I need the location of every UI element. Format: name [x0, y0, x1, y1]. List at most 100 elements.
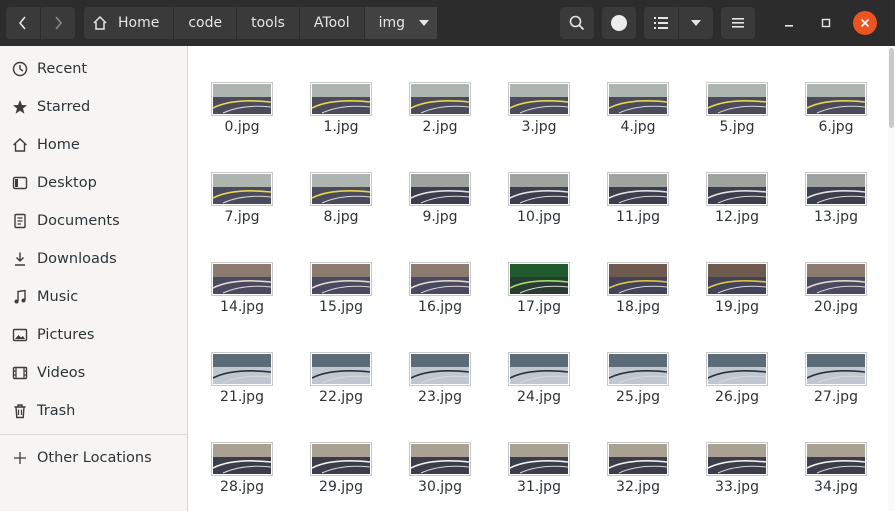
- sidebar-item-starred[interactable]: Starred: [0, 88, 187, 126]
- file-item[interactable]: 19.jpg: [692, 262, 782, 332]
- breadcrumb-label: ATool: [313, 15, 350, 31]
- file-name: 0.jpg: [224, 119, 260, 135]
- file-item[interactable]: 10.jpg: [494, 172, 584, 242]
- file-item[interactable]: 22.jpg: [296, 352, 386, 422]
- star-icon: [11, 98, 29, 116]
- breadcrumb-home[interactable]: Home: [84, 7, 174, 39]
- image-thumbnail: [211, 442, 273, 476]
- sidebar-item-recent[interactable]: Recent: [0, 50, 187, 88]
- breadcrumb-tools[interactable]: tools: [237, 7, 299, 39]
- file-item[interactable]: 0.jpg: [197, 82, 287, 152]
- image-thumbnail: [706, 442, 768, 476]
- file-item[interactable]: 25.jpg: [593, 352, 683, 422]
- sidebar-item-trash[interactable]: Trash: [0, 392, 187, 430]
- file-item[interactable]: 14.jpg: [197, 262, 287, 332]
- view-options-button[interactable]: [679, 7, 713, 39]
- minimize-icon: [785, 25, 793, 27]
- image-thumbnail: [409, 172, 471, 206]
- file-item[interactable]: 12.jpg: [692, 172, 782, 242]
- file-item[interactable]: 11.jpg: [593, 172, 683, 242]
- video-icon: [11, 364, 29, 382]
- sidebar-item-label: Home: [37, 137, 80, 153]
- file-item[interactable]: 3.jpg: [494, 82, 584, 152]
- file-item[interactable]: 16.jpg: [395, 262, 485, 332]
- file-item[interactable]: 31.jpg: [494, 442, 584, 512]
- back-button[interactable]: [6, 7, 40, 39]
- menu-button[interactable]: [721, 7, 755, 39]
- file-item[interactable]: 26.jpg: [692, 352, 782, 422]
- sidebar-item-music[interactable]: Music: [0, 278, 187, 316]
- image-thumbnail: [310, 82, 372, 116]
- file-item[interactable]: 30.jpg: [395, 442, 485, 512]
- file-item[interactable]: 7.jpg: [197, 172, 287, 242]
- file-item[interactable]: 15.jpg: [296, 262, 386, 332]
- image-thumbnail: [508, 442, 570, 476]
- file-item[interactable]: 32.jpg: [593, 442, 683, 512]
- image-thumbnail: [607, 172, 669, 206]
- vertical-scrollbar[interactable]: [888, 46, 895, 511]
- sidebar-item-desktop[interactable]: Desktop: [0, 164, 187, 202]
- file-name: 4.jpg: [620, 119, 656, 135]
- document-icon: [11, 212, 29, 230]
- file-name: 6.jpg: [818, 119, 854, 135]
- file-item[interactable]: 28.jpg: [197, 442, 287, 512]
- breadcrumb-atool[interactable]: ATool: [299, 7, 364, 39]
- sidebar-item-label: Documents: [37, 213, 120, 229]
- file-name: 21.jpg: [220, 389, 264, 405]
- file-item[interactable]: 4.jpg: [593, 82, 683, 152]
- file-item[interactable]: 33.jpg: [692, 442, 782, 512]
- image-thumbnail: [508, 352, 570, 386]
- image-thumbnail: [508, 172, 570, 206]
- file-item[interactable]: 21.jpg: [197, 352, 287, 422]
- file-item[interactable]: 2.jpg: [395, 82, 485, 152]
- minimize-button[interactable]: [777, 11, 801, 35]
- file-item[interactable]: 29.jpg: [296, 442, 386, 512]
- image-thumbnail: [805, 352, 867, 386]
- breadcrumb: Home code tools ATool img: [84, 7, 438, 39]
- home-icon: [11, 136, 29, 154]
- sidebar-item-pictures[interactable]: Pictures: [0, 316, 187, 354]
- image-thumbnail: [805, 262, 867, 296]
- sidebar-item-label: Starred: [37, 99, 91, 115]
- file-item[interactable]: 1.jpg: [296, 82, 386, 152]
- image-thumbnail: [607, 352, 669, 386]
- search-icon: [569, 15, 585, 31]
- file-name: 20.jpg: [814, 299, 858, 315]
- file-item[interactable]: 23.jpg: [395, 352, 485, 422]
- file-name: 16.jpg: [418, 299, 462, 315]
- file-item[interactable]: 13.jpg: [791, 172, 881, 242]
- scrollbar-thumb[interactable]: [889, 48, 894, 128]
- sidebar-item-other-locations[interactable]: Other Locations: [0, 439, 187, 477]
- file-item[interactable]: 8.jpg: [296, 172, 386, 242]
- forward-button[interactable]: [41, 7, 75, 39]
- close-button[interactable]: [853, 11, 877, 35]
- breadcrumb-code[interactable]: code: [174, 7, 237, 39]
- file-name: 14.jpg: [220, 299, 264, 315]
- file-name: 34.jpg: [814, 479, 858, 495]
- file-name: 3.jpg: [521, 119, 557, 135]
- file-item[interactable]: 6.jpg: [791, 82, 881, 152]
- file-item[interactable]: 27.jpg: [791, 352, 881, 422]
- file-item[interactable]: 24.jpg: [494, 352, 584, 422]
- file-item[interactable]: 9.jpg: [395, 172, 485, 242]
- sidebar-item-downloads[interactable]: Downloads: [0, 240, 187, 278]
- file-item[interactable]: 5.jpg: [692, 82, 782, 152]
- maximize-icon: [821, 18, 831, 28]
- file-name: 8.jpg: [323, 209, 359, 225]
- sidebar-item-home[interactable]: Home: [0, 126, 187, 164]
- file-item[interactable]: 17.jpg: [494, 262, 584, 332]
- record-button[interactable]: [602, 7, 636, 39]
- file-item[interactable]: 34.jpg: [791, 442, 881, 512]
- sidebar-item-label: Desktop: [37, 175, 97, 191]
- file-item[interactable]: 20.jpg: [791, 262, 881, 332]
- search-button[interactable]: [560, 7, 594, 39]
- image-thumbnail: [805, 442, 867, 476]
- image-thumbnail: [805, 82, 867, 116]
- breadcrumb-img[interactable]: img: [364, 7, 438, 39]
- image-thumbnail: [706, 172, 768, 206]
- maximize-button[interactable]: [814, 11, 838, 35]
- sidebar-item-documents[interactable]: Documents: [0, 202, 187, 240]
- sidebar-item-videos[interactable]: Videos: [0, 354, 187, 392]
- file-item[interactable]: 18.jpg: [593, 262, 683, 332]
- list-view-button[interactable]: [644, 7, 678, 39]
